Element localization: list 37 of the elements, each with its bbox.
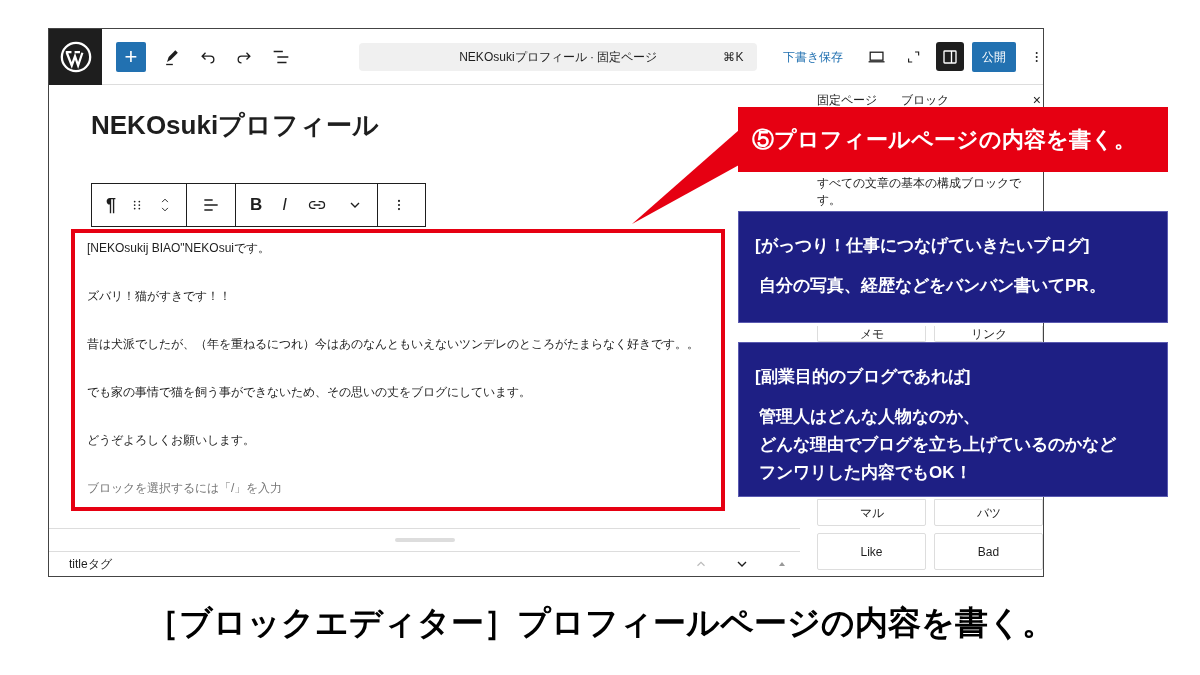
command-bar[interactable]: NEKOsukiプロフィール · 固定ページ ⌘K: [359, 42, 758, 71]
callout-text: どんな理由でブログを立ち上げているのかなど: [759, 434, 1117, 456]
callout-heading: [副業目的のブログであれば]: [755, 366, 972, 388]
panel-title[interactable]: titleタグ: [69, 555, 694, 573]
block-button[interactable]: マル: [817, 499, 926, 526]
publish-button[interactable]: 公開: [971, 41, 1016, 72]
caption-text: ［ブロックエディター］プロフィールページの内容を書く。: [145, 603, 1055, 643]
paragraph-text[interactable]: でも家の事情で猫を飼う事ができないため、その思いの丈をブログにしています。: [87, 383, 531, 401]
add-block-button[interactable]: +: [116, 41, 146, 72]
command-bar-title: NEKOsukiプロフィール · 固定ページ: [458, 48, 659, 66]
block-description: すべての文章の基本の構成ブロックです。: [817, 175, 1022, 209]
site-logo-tile[interactable]: [49, 29, 102, 85]
paragraph-text[interactable]: どうぞよろしくお願いします。: [87, 431, 255, 449]
block-placeholder[interactable]: ブロックを選択するには「/」を入力: [87, 479, 721, 497]
sidebar-panel-icon: [940, 47, 959, 66]
block-button[interactable]: メモ: [817, 326, 926, 342]
callout-heading: [がっつり！仕事につなげていきたいブログ]: [755, 235, 1091, 257]
paragraph-text[interactable]: ズバリ！猫がすきです！！: [87, 287, 231, 305]
block-button[interactable]: Like: [817, 533, 926, 570]
paragraph-text[interactable]: [NEKOsukij BIAO"NEKOsuiです。: [87, 239, 270, 257]
save-draft-button[interactable]: 下書き保存: [783, 47, 844, 66]
shortcut-hint: ⌘K: [723, 48, 744, 66]
sidebar-tab[interactable]: ブロック: [901, 91, 949, 109]
callout-text: 自分の写真、経歴などをバンバン書いてPR。: [759, 275, 1107, 297]
paragraph-block-button[interactable]: ¶: [106, 191, 116, 219]
resize-handle[interactable]: [394, 538, 455, 542]
wordpress-logo-icon[interactable]: [58, 39, 93, 74]
bold-button[interactable]: B: [250, 192, 263, 218]
italic-button[interactable]: I: [282, 192, 288, 218]
block-button[interactable]: バツ: [934, 499, 1043, 526]
block-button[interactable]: リンク: [934, 326, 1043, 342]
callout-text: フンワリした内容でもOK！: [759, 462, 973, 484]
sidebar-tab[interactable]: 固定ページ: [817, 91, 877, 109]
block-button[interactable]: Bad: [934, 533, 1043, 570]
callout-text: 管理人はどんな人物なのか、: [759, 406, 981, 428]
paragraph-text[interactable]: 昔は犬派でしたが、（年を重ねるにつれ）今はあのなんともいえないツンデレのところがたまらなく好きです。。: [87, 335, 699, 353]
settings-toggle-button[interactable]: [935, 42, 964, 71]
